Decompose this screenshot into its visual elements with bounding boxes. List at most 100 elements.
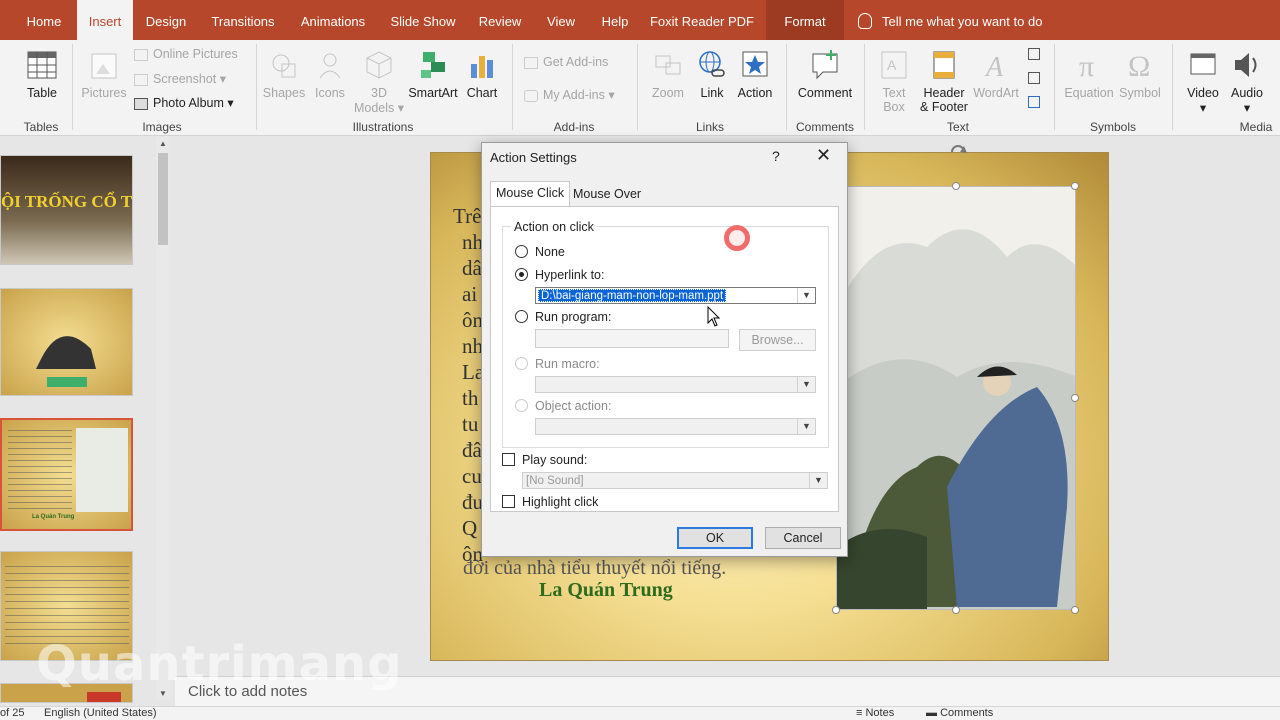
my-addins-label: My Add-ins bbox=[543, 88, 605, 102]
tab-insert[interactable]: Insert bbox=[77, 0, 133, 40]
rotate-handle-icon[interactable] bbox=[946, 140, 970, 160]
run-program-field[interactable] bbox=[535, 329, 729, 348]
tab-animations[interactable]: Animations bbox=[294, 0, 372, 40]
pictures-button[interactable]: Pictures bbox=[80, 48, 128, 100]
online-pictures-button[interactable]: Online Pictures bbox=[134, 47, 238, 61]
help-button[interactable]: ? bbox=[772, 148, 780, 164]
object-action-combo[interactable]: ▼ bbox=[535, 418, 816, 435]
landscape-painting-image bbox=[837, 229, 1075, 609]
icons-button[interactable]: Icons bbox=[310, 48, 350, 100]
smartart-button[interactable]: SmartArt bbox=[406, 48, 460, 100]
resize-handle[interactable] bbox=[1071, 606, 1079, 614]
audio-button[interactable]: Audio ▾ bbox=[1226, 48, 1268, 115]
none-label[interactable]: None bbox=[535, 245, 565, 259]
chart-button[interactable]: Chart bbox=[462, 48, 502, 100]
svg-text:A: A bbox=[984, 52, 1004, 82]
tab-format[interactable]: Format bbox=[766, 0, 844, 40]
group-tables-label: Tables bbox=[23, 120, 59, 134]
tab-home[interactable]: Home bbox=[18, 0, 70, 40]
date-time-button[interactable] bbox=[1028, 70, 1045, 84]
link-button[interactable]: Link bbox=[694, 48, 730, 100]
symbol-label: Symbol bbox=[1119, 86, 1161, 100]
wordart-button[interactable]: A WordArt bbox=[972, 48, 1020, 100]
resize-handle[interactable] bbox=[952, 182, 960, 190]
tab-transitions[interactable]: Transitions bbox=[205, 0, 281, 40]
run-program-label[interactable]: Run program: bbox=[535, 310, 611, 324]
tab-slide-show[interactable]: Slide Show bbox=[386, 0, 460, 40]
hyperlink-target-combo[interactable]: D:\bai-giang-mam-non-lop-mam.ppt ▼ bbox=[535, 287, 816, 304]
slide-body-text[interactable]: Trê nh dâ ai ôn nh La th tu đâ cu đu Q ô… bbox=[453, 203, 484, 567]
object-action-radio[interactable] bbox=[515, 399, 528, 412]
tab-mouse-click[interactable]: Mouse Click bbox=[490, 181, 571, 207]
tab-help[interactable]: Help bbox=[596, 0, 634, 40]
resize-handle[interactable] bbox=[952, 606, 960, 614]
close-button[interactable]: ✕ bbox=[816, 145, 831, 166]
browse-button[interactable]: Browse... bbox=[739, 329, 816, 351]
slide-thumbnail-3-selected[interactable]: La Quán Trung bbox=[0, 418, 133, 531]
tab-view[interactable]: View bbox=[541, 0, 581, 40]
highlight-click-label[interactable]: Highlight click bbox=[522, 495, 598, 509]
tab-mouse-over[interactable]: Mouse Over bbox=[568, 183, 646, 207]
symbol-button[interactable]: Ω Symbol bbox=[1116, 48, 1164, 100]
language-indicator[interactable]: English (United States) bbox=[44, 707, 157, 719]
3d-models-label: 3D bbox=[371, 86, 387, 100]
run-macro-radio[interactable] bbox=[515, 357, 528, 370]
tab-review[interactable]: Review bbox=[474, 0, 526, 40]
run-program-radio[interactable] bbox=[515, 310, 528, 323]
header-footer-button[interactable]: Header & Footer bbox=[916, 48, 972, 114]
scrollbar-thumb[interactable] bbox=[158, 153, 168, 245]
action-button[interactable]: Action bbox=[734, 48, 776, 100]
scroll-up-icon[interactable]: ▲ bbox=[159, 139, 167, 148]
tell-me-search[interactable]: Tell me what you want to do bbox=[858, 0, 1042, 40]
tab-foxit-reader-pdf[interactable]: Foxit Reader PDF bbox=[648, 0, 756, 40]
get-addins-button[interactable]: Get Add-ins bbox=[524, 55, 608, 69]
zoom-button[interactable]: Zoom bbox=[646, 48, 690, 100]
ok-button[interactable]: OK bbox=[677, 527, 753, 549]
comments-toggle[interactable]: ▬ Comments bbox=[926, 707, 993, 719]
cancel-button[interactable]: Cancel bbox=[765, 527, 841, 549]
signature-line-button[interactable] bbox=[1028, 46, 1045, 60]
hyperlink-target-value[interactable]: D:\bai-giang-mam-non-lop-mam.ppt bbox=[538, 289, 727, 302]
chevron-down-icon[interactable]: ▼ bbox=[797, 377, 815, 392]
run-macro-combo[interactable]: ▼ bbox=[535, 376, 816, 393]
comment-button[interactable]: Comment bbox=[794, 48, 856, 100]
slide-text-line: nh bbox=[462, 334, 483, 358]
chevron-down-icon[interactable]: ▼ bbox=[797, 288, 815, 303]
text-box-button[interactable]: A Text Box bbox=[874, 48, 914, 114]
hyperlink-to-label[interactable]: Hyperlink to: bbox=[535, 268, 604, 282]
resize-handle[interactable] bbox=[1071, 394, 1079, 402]
play-sound-checkbox[interactable] bbox=[502, 453, 515, 466]
mouse-pointer-icon bbox=[707, 306, 721, 327]
3d-models-button[interactable]: 3D Models ▾ bbox=[352, 48, 406, 115]
header-footer-icon bbox=[933, 51, 955, 79]
tab-design[interactable]: Design bbox=[140, 0, 192, 40]
notes-toggle-label: Notes bbox=[865, 707, 895, 719]
notes-toggle[interactable]: ≡ Notes bbox=[856, 707, 894, 719]
chevron-down-icon[interactable]: ▼ bbox=[797, 419, 815, 434]
online-pictures-label: Online Pictures bbox=[153, 47, 238, 61]
shapes-button[interactable]: Shapes bbox=[262, 48, 306, 100]
slide-picture-selected[interactable] bbox=[836, 186, 1076, 610]
separator bbox=[512, 44, 513, 130]
icons-label: Icons bbox=[315, 86, 345, 100]
equation-button[interactable]: π Equation bbox=[1062, 48, 1116, 100]
screenshot-button[interactable]: Screenshot ▾ bbox=[134, 71, 226, 86]
slide-thumbnail-1[interactable]: ỘI TRỐNG CỔ THÀNH bbox=[0, 155, 133, 265]
highlight-click-checkbox[interactable] bbox=[502, 495, 515, 508]
thumbnails-scrollbar[interactable]: ▲ ▼ bbox=[156, 137, 170, 700]
sound-combo[interactable]: [No Sound] ▼ bbox=[522, 472, 828, 489]
3d-models-label-2: Models bbox=[353, 101, 395, 115]
hyperlink-to-radio[interactable] bbox=[515, 268, 528, 281]
play-sound-label[interactable]: Play sound: bbox=[522, 453, 587, 467]
link-icon bbox=[699, 51, 725, 77]
slide-thumbnail-2[interactable] bbox=[0, 288, 133, 396]
resize-handle[interactable] bbox=[1071, 182, 1079, 190]
photo-album-button[interactable]: Photo Album ▾ bbox=[134, 95, 234, 110]
resize-handle[interactable] bbox=[832, 606, 840, 614]
my-addins-button[interactable]: My Add-ins ▾ bbox=[524, 87, 615, 102]
table-button[interactable]: Table bbox=[22, 48, 62, 100]
none-radio[interactable] bbox=[515, 245, 528, 258]
video-button[interactable]: Video ▾ bbox=[1182, 48, 1224, 115]
object-button[interactable] bbox=[1028, 94, 1045, 108]
chevron-down-icon[interactable]: ▼ bbox=[809, 473, 827, 488]
